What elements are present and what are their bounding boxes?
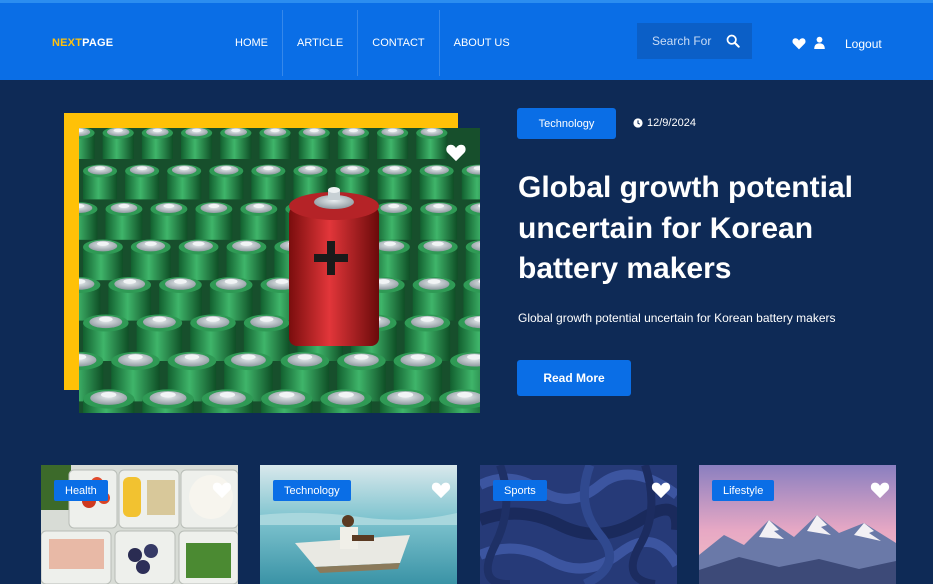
card-category-badge[interactable]: Sports (493, 480, 547, 501)
hero-date: 12/9/2024 (633, 117, 696, 129)
nav-home[interactable]: HOME (221, 10, 283, 76)
logo-part-page: PAGE (82, 37, 114, 49)
hero-category-badge[interactable]: Technology (517, 108, 616, 139)
article-card-lifestyle[interactable]: Lifestyle (699, 465, 896, 584)
hero-description: Global growth potential uncertain for Ko… (518, 311, 836, 325)
card-category-badge[interactable]: Health (54, 480, 108, 501)
logo-part-next: NEXT (52, 37, 83, 49)
hero-image[interactable] (79, 128, 480, 413)
article-card-technology[interactable]: Technology (260, 465, 457, 584)
user-icon[interactable] (813, 36, 826, 49)
favorite-heart-icon[interactable] (431, 481, 451, 499)
nav-article[interactable]: ARTICLE (283, 10, 359, 76)
search-icon[interactable] (726, 34, 740, 48)
read-more-button[interactable]: Read More (517, 360, 631, 396)
card-category-badge[interactable]: Technology (273, 480, 351, 501)
card-category-badge[interactable]: Lifestyle (712, 480, 775, 501)
logout-link[interactable]: Logout (845, 37, 882, 51)
navbar: NEXTPAGE HOME ARTICLE CONTACT ABOUT US L… (0, 3, 933, 80)
article-card-health[interactable]: Health (41, 465, 238, 584)
nav-about-us[interactable]: ABOUT US (440, 10, 524, 76)
search-box (637, 23, 752, 59)
nav-contact[interactable]: CONTACT (358, 10, 440, 76)
article-card-sports[interactable]: Sports (480, 465, 677, 584)
favorite-heart-icon[interactable] (651, 481, 671, 499)
hero-title[interactable]: Global growth potential uncertain for Ko… (518, 168, 898, 290)
hero-date-text: 12/9/2024 (647, 117, 696, 129)
logo[interactable]: NEXTPAGE (52, 37, 113, 49)
heart-icon[interactable] (792, 37, 806, 50)
main-nav: HOME ARTICLE CONTACT ABOUT US (221, 10, 524, 76)
favorite-heart-icon[interactable] (870, 481, 890, 499)
favorite-heart-icon[interactable] (212, 481, 232, 499)
search-input[interactable] (652, 34, 720, 48)
favorite-heart-icon[interactable] (445, 143, 467, 162)
clock-icon (633, 118, 643, 128)
batteries-illustration (79, 128, 480, 413)
